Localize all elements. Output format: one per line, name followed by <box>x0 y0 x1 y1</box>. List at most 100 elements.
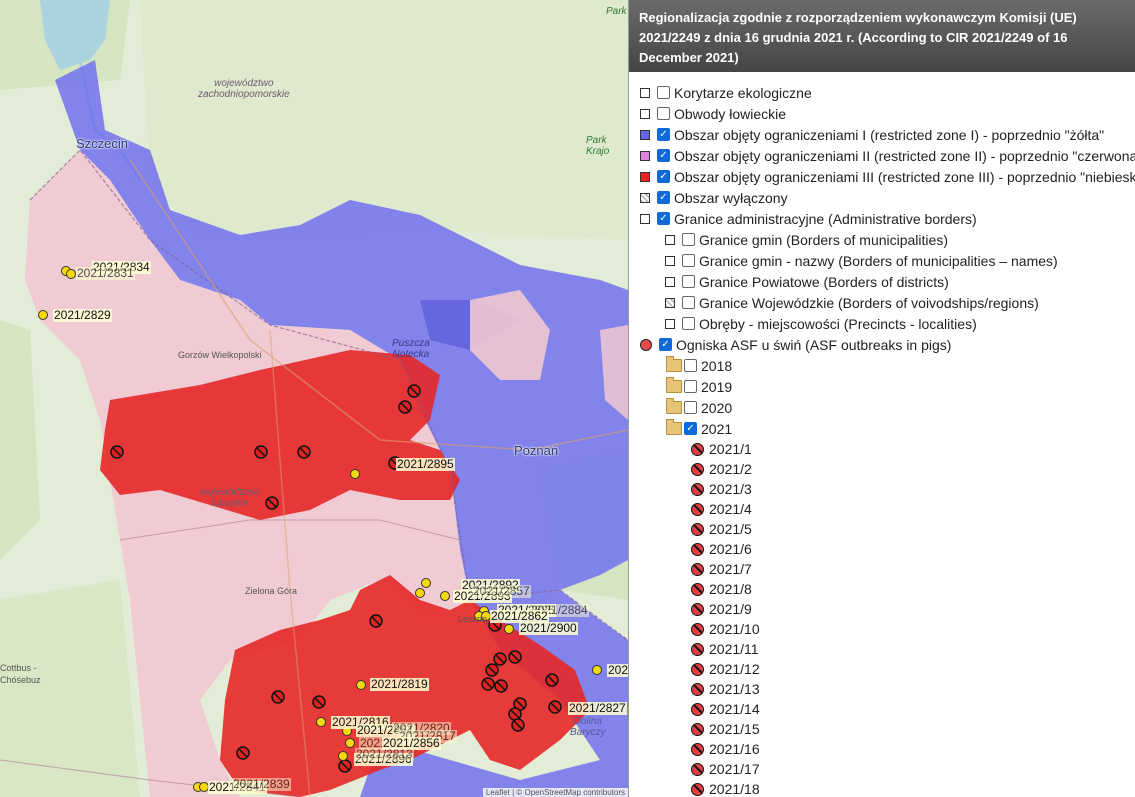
outbreak-label[interactable]: 2021/2819 <box>370 678 429 691</box>
legend-swatch <box>640 171 650 182</box>
outbreak-label[interactable]: 2021/2831 <box>76 267 135 280</box>
outbreak-list-item[interactable]: 2021/13 <box>629 679 1135 699</box>
outbreak-marker-yellow[interactable] <box>592 665 602 675</box>
outbreak-icon <box>691 542 704 556</box>
layer-checkbox[interactable]: ✓ <box>657 149 670 162</box>
layer-row[interactable]: ✓ Granice administracyjne (Administrative… <box>629 208 1135 229</box>
layer-checkbox[interactable] <box>657 107 670 120</box>
sublayer-checkbox[interactable] <box>682 275 695 288</box>
outbreak-list-item[interactable]: 2021/7 <box>629 559 1135 579</box>
layer-row[interactable]: ✓ Obszar objęty ograniczeniami II (restri… <box>629 145 1135 166</box>
outbreak-marker-yellow[interactable] <box>345 738 355 748</box>
outbreak-list-item[interactable]: 2021/10 <box>629 619 1135 639</box>
sublayer-row[interactable]: Obręby - miejscowości (Precincts - local… <box>629 313 1135 334</box>
sublayer-row[interactable]: Granice Wojewódzkie (Borders of voivodsh… <box>629 292 1135 313</box>
outbreak-label[interactable]: 2021/2895 <box>396 458 455 471</box>
outbreak-list-item[interactable]: 2021/3 <box>629 479 1135 499</box>
outbreak-marker-yellow[interactable] <box>504 624 514 634</box>
outbreak-list-item[interactable]: 2021/5 <box>629 519 1135 539</box>
year-label: 2019 <box>701 378 733 395</box>
outbreak-list-item[interactable]: 2021/2 <box>629 459 1135 479</box>
outbreak-list-item[interactable]: 2021/9 <box>629 599 1135 619</box>
layer-label: Obszar objęty ograniczeniami III (restri… <box>674 168 1135 185</box>
layer-checkbox[interactable]: ✓ <box>657 212 670 225</box>
layer-label: Obszar objęty ograniczeniami I (restrict… <box>674 126 1105 143</box>
year-folder-row[interactable]: ✓ 2021 <box>629 418 1135 439</box>
asf-legend-icon <box>640 338 652 351</box>
city-label-szczecin: Szczecin <box>76 136 129 151</box>
sublayer-row[interactable]: Granice Powiatowe (Borders of districts) <box>629 271 1135 292</box>
sublayer-checkbox[interactable] <box>682 296 695 309</box>
year-checkbox[interactable] <box>684 401 697 414</box>
year-checkbox[interactable]: ✓ <box>684 422 697 435</box>
outbreak-list-item[interactable]: 2021/14 <box>629 699 1135 719</box>
year-checkbox[interactable] <box>684 380 697 393</box>
layer-panel: Regionalizacja zgodnie z rozporządzeniem… <box>628 0 1135 797</box>
outbreak-list-item[interactable]: 2021/16 <box>629 739 1135 759</box>
sublayer-checkbox[interactable] <box>682 254 695 267</box>
outbreak-item-label: 2021/15 <box>709 721 760 737</box>
outbreak-marker-yellow[interactable] <box>338 751 348 761</box>
layer-tree: Korytarze ekologiczne Obwody łowieckie ✓ Ob… <box>629 72 1135 797</box>
year-label: 2021 <box>701 420 733 437</box>
outbreak-marker-yellow[interactable] <box>440 591 450 601</box>
layer-checkbox[interactable]: ✓ <box>657 170 670 183</box>
outbreak-list-item[interactable]: 2021/6 <box>629 539 1135 559</box>
layer-row[interactable]: ✓ Obszar objęty ograniczeniami I (restric… <box>629 124 1135 145</box>
sublayer-row[interactable]: Granice gmin - nazwy (Borders of municip… <box>629 250 1135 271</box>
layer-checkbox[interactable] <box>657 86 670 99</box>
outbreak-list-item[interactable]: 2021/11 <box>629 639 1135 659</box>
year-folder-row[interactable]: 2019 <box>629 376 1135 397</box>
outbreak-icon <box>691 702 704 716</box>
layer-label: Obszar objęty ograniczeniami II (restric… <box>674 147 1135 164</box>
layer-label: Obwody łowieckie <box>674 105 787 122</box>
outbreak-list-item[interactable]: 2021/15 <box>629 719 1135 739</box>
layer-row[interactable]: ✓ Obszar objęty ograniczeniami III (restr… <box>629 166 1135 187</box>
asf-layer-checkbox[interactable]: ✓ <box>659 338 672 351</box>
outbreak-label[interactable]: 2021/2900 <box>519 622 578 635</box>
layer-label: Korytarze ekologiczne <box>674 84 812 101</box>
layer-checkbox[interactable]: ✓ <box>657 128 670 141</box>
year-folder-row[interactable]: 2018 <box>629 355 1135 376</box>
map-attribution[interactable]: Leaflet | © OpenStreetMap contributors <box>482 788 628 797</box>
outbreak-marker-yellow[interactable] <box>66 269 76 279</box>
outbreak-marker-yellow[interactable] <box>316 717 326 727</box>
layer-row[interactable]: ✓ Obszar wyłączony <box>629 187 1135 208</box>
legend-swatch <box>640 192 650 203</box>
year-folder-row[interactable]: 2020 <box>629 397 1135 418</box>
outbreak-marker-yellow[interactable] <box>421 578 431 588</box>
outbreak-item-label: 2021/4 <box>709 501 752 517</box>
outbreak-list-item[interactable]: 2021/12 <box>629 659 1135 679</box>
outbreak-list-item[interactable]: 2021/18 <box>629 779 1135 797</box>
outbreak-label[interactable]: 202 <box>607 664 628 677</box>
year-checkbox[interactable] <box>684 359 697 372</box>
outbreak-label[interactable]: 2021/2827 <box>568 702 627 715</box>
outbreak-label[interactable]: 2021/2857 <box>472 585 531 598</box>
sublayer-checkbox[interactable] <box>682 317 695 330</box>
map-view[interactable]: Szczecin Poznań Zielona Góra Gorzów Wiel… <box>0 0 628 797</box>
outbreak-marker-yellow[interactable] <box>350 469 360 479</box>
outbreak-marker-yellow[interactable] <box>38 310 48 320</box>
asf-layer-row[interactable]: ✓ Ogniska ASF u świń (ASF outbreaks in pi… <box>629 334 1135 355</box>
layer-row[interactable]: Obwody łowieckie <box>629 103 1135 124</box>
outbreak-label[interactable]: 2021/2813 <box>355 748 414 761</box>
outbreak-list-item[interactable]: 2021/1 <box>629 439 1135 459</box>
outbreak-marker-yellow[interactable] <box>415 588 425 598</box>
outbreak-list-item[interactable]: 2021/17 <box>629 759 1135 779</box>
outbreak-label[interactable]: 2021/2839 <box>232 778 291 791</box>
sublayer-checkbox[interactable] <box>682 233 695 246</box>
year-label: 2018 <box>701 357 733 374</box>
outbreak-item-label: 2021/6 <box>709 541 752 557</box>
outbreak-item-label: 2021/16 <box>709 741 760 757</box>
outbreak-list-item[interactable]: 2021/8 <box>629 579 1135 599</box>
legend-swatch <box>665 318 675 329</box>
outbreak-list-item[interactable]: 2021/4 <box>629 499 1135 519</box>
layer-checkbox[interactable]: ✓ <box>657 191 670 204</box>
sublayer-row[interactable]: Granice gmin (Borders of municipalities) <box>629 229 1135 250</box>
outbreak-item-label: 2021/2 <box>709 461 752 477</box>
sublayer-label: Obręby - miejscowości (Precincts - local… <box>699 315 977 332</box>
outbreak-marker-yellow[interactable] <box>356 680 366 690</box>
outbreak-label[interactable]: 2021/2829 <box>53 309 112 322</box>
layer-row[interactable]: Korytarze ekologiczne <box>629 82 1135 103</box>
asf-layer-label: Ogniska ASF u świń (ASF outbreaks in pig… <box>676 336 952 353</box>
